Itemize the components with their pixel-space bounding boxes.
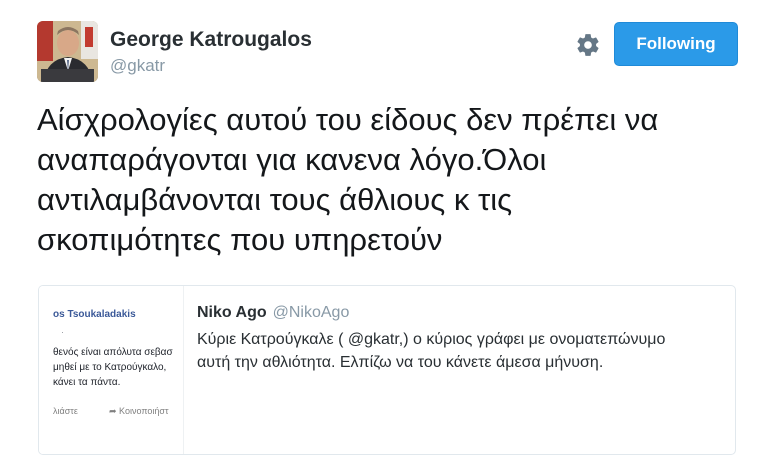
gear-icon[interactable]: [575, 32, 601, 58]
quoted-tweet-text: Κύριε Κατρούγκαλε ( @gkatr,) ο κύριος γρ…: [197, 328, 727, 374]
quoted-tweet-line: Κύριε Κατρούγκαλε ( @gkatr,) ο κύριος γρ…: [197, 331, 666, 348]
thumbnail-like-action: λιάστε: [53, 406, 78, 416]
thumbnail-line: κάνει τα πάντα.: [53, 377, 121, 388]
thumbnail-share-label: Κοινοποιήστ: [119, 406, 169, 416]
thumbnail-line: θενός είναι απόλυτα σεβασ: [53, 347, 173, 358]
quoted-tweet-card[interactable]: os Tsoukaladakis · θενός είναι απόλυτα σ…: [38, 285, 736, 455]
quoted-author-handle[interactable]: @NikoAgo: [273, 304, 350, 321]
share-arrow-icon: ➦: [109, 406, 120, 416]
quoted-author-name[interactable]: Niko Ago: [197, 304, 267, 321]
tweet-line: αναπαράγονται για κανενα λόγο.Όλοι: [37, 142, 547, 177]
following-button[interactable]: Following: [614, 22, 738, 66]
tweet-line: σκοπιμότητες που υπηρετούν: [37, 222, 443, 257]
thumbnail-meta: ·: [61, 327, 64, 337]
tweet-line: αντιλαμβάνονται τους άθλιους κ τις: [37, 182, 513, 217]
thumbnail-line: μηθεί με το Κατρούγκαλο,: [53, 362, 167, 373]
author-name[interactable]: George Katrougalos: [110, 28, 312, 52]
quoted-tweet-line: αυτή την αθλιότητα. Ελπίζω να του κάνετε…: [197, 354, 604, 371]
avatar-photo: [37, 21, 98, 82]
thumbnail-author: os Tsoukaladakis: [53, 309, 136, 320]
thumbnail-share-action: ➦ Κοινοποιήστ: [109, 406, 169, 417]
quoted-tweet-image[interactable]: os Tsoukaladakis · θενός είναι απόλυτα σ…: [39, 286, 184, 454]
quoted-tweet-author[interactable]: Niko Ago @NikoAgo: [197, 304, 349, 322]
author-handle[interactable]: @gkatr: [110, 56, 165, 76]
avatar[interactable]: [37, 21, 98, 82]
tweet-text: Αίσχρολογίες αυτού του είδους δεν πρέπει…: [37, 100, 752, 260]
tweet-line: Αίσχρολογίες αυτού του είδους δεν πρέπει…: [37, 102, 659, 137]
